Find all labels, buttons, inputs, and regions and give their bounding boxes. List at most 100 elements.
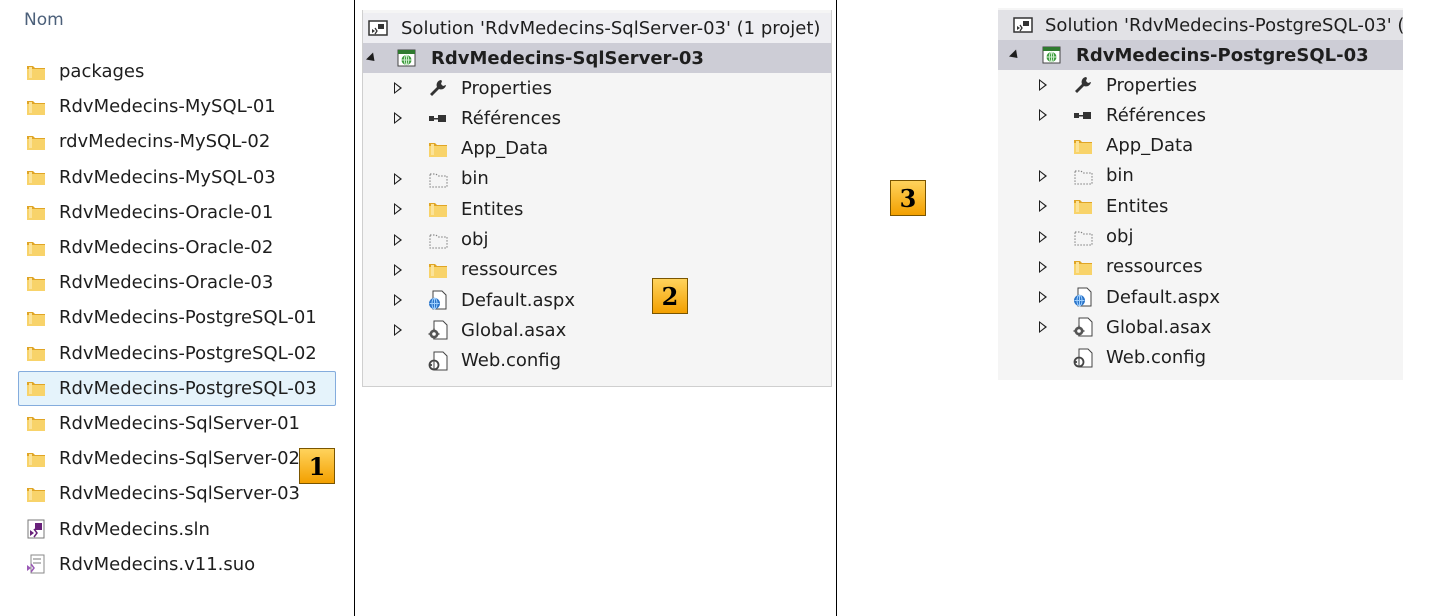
solution-tree-item-label: Global.asax <box>461 319 567 341</box>
expand-arrow-icon[interactable] <box>393 263 403 277</box>
file-list-item[interactable]: RdvMedecins-MySQL-03 <box>18 160 336 195</box>
folder-icon <box>25 237 47 259</box>
solution-tree-item[interactable]: Properties <box>998 70 1403 100</box>
file-explorer-panel: Nom packages RdvMedecins-MySQL-01 rdvMedec… <box>0 0 353 616</box>
collapse-arrow-icon[interactable] <box>1008 48 1022 62</box>
file-list-item[interactable]: RdvMedecins.v11.suo <box>18 547 336 582</box>
name-column-header[interactable]: Nom <box>24 10 64 30</box>
file-list-item-label: RdvMedecins-Oracle-01 <box>59 201 274 223</box>
solution-tree-item[interactable]: obj <box>363 225 831 255</box>
solution-tree-item-label: Références <box>1106 104 1207 126</box>
solution-node[interactable]: Solution 'RdvMedecins-SqlServer-03' (1 p… <box>363 13 831 43</box>
callout-badge-1: 1 <box>299 448 335 484</box>
file-list-item[interactable]: RdvMedecins-MySQL-01 <box>18 89 336 124</box>
project-node[interactable]: RdvMedecins-PostgreSQL-03 <box>998 40 1403 70</box>
file-list-item[interactable]: RdvMedecins-Oracle-02 <box>18 230 336 265</box>
solution-tree-item-label: Default.aspx <box>461 289 575 311</box>
solution-tree-item[interactable]: Global.asax <box>998 312 1403 342</box>
file-list-item[interactable]: RdvMedecins.sln <box>18 511 336 546</box>
file-list-item-label: RdvMedecins-MySQL-01 <box>59 96 276 118</box>
web-project-icon <box>1040 44 1062 66</box>
solution-icon <box>1012 14 1034 36</box>
dotted-folder-icon <box>1072 226 1094 248</box>
file-list-item[interactable]: RdvMedecins-SqlServer-03 <box>18 476 336 511</box>
callout-badge-2: 2 <box>652 278 688 314</box>
file-list-item[interactable]: RdvMedecins-SqlServer-01 <box>18 406 336 441</box>
file-list-item[interactable]: RdvMedecins-PostgreSQL-02 <box>18 336 336 371</box>
folder-icon <box>25 483 47 505</box>
solution-tree-item[interactable]: Entites <box>363 194 831 224</box>
solution-tree-item[interactable]: ressources <box>998 252 1403 282</box>
file-list-item-label: RdvMedecins-Oracle-02 <box>59 237 274 259</box>
file-list-item[interactable]: RdvMedecins-PostgreSQL-01 <box>18 300 336 335</box>
solution-tree-item-label: ressources <box>1106 256 1203 278</box>
global-asax-icon <box>427 319 449 341</box>
folder-icon <box>25 201 47 223</box>
expand-arrow-icon[interactable] <box>1038 78 1048 92</box>
file-list-item-label: RdvMedecins-PostgreSQL-03 <box>59 377 317 399</box>
file-list-item-label: RdvMedecins-SqlServer-02 <box>59 448 300 470</box>
file-list-item-label: rdvMedecins-MySQL-02 <box>59 131 271 153</box>
solution-tree-item[interactable]: ressources <box>363 255 831 285</box>
solution-tree-item-label: Web.config <box>1106 347 1207 369</box>
file-list-item-label: RdvMedecins-PostgreSQL-02 <box>59 342 317 364</box>
solution-tree-item-label: Properties <box>1106 74 1197 96</box>
solution-tree-item[interactable]: Default.aspx <box>998 282 1403 312</box>
solution-tree-item[interactable]: Références <box>998 100 1403 130</box>
expand-arrow-icon[interactable] <box>393 293 403 307</box>
solution-tree-item-label: Entites <box>1106 195 1169 217</box>
file-list-item[interactable]: RdvMedecins-SqlServer-02 <box>18 441 336 476</box>
expand-arrow-icon[interactable] <box>1038 169 1048 183</box>
folder-icon <box>1072 256 1094 278</box>
file-list-item[interactable]: RdvMedecins-PostgreSQL-03 <box>18 370 336 406</box>
solution-tree-item[interactable]: Web.config <box>998 343 1403 373</box>
file-list-item[interactable]: rdvMedecins-MySQL-02 <box>18 124 336 159</box>
solution-tree-item[interactable]: Default.aspx <box>363 285 831 315</box>
solution-tree-item[interactable]: Global.asax <box>363 315 831 345</box>
expand-arrow-icon[interactable] <box>1038 108 1048 122</box>
expand-arrow-icon[interactable] <box>1038 290 1048 304</box>
project-node[interactable]: RdvMedecins-SqlServer-03 <box>363 43 831 73</box>
file-list-item-label: RdvMedecins-MySQL-03 <box>59 166 276 188</box>
expand-arrow-icon[interactable] <box>1038 260 1048 274</box>
solution-tree-item[interactable]: Properties <box>363 73 831 103</box>
solution-tree-item-label: Références <box>461 107 562 129</box>
file-list-item[interactable]: RdvMedecins-Oracle-01 <box>18 195 336 230</box>
expand-arrow-icon[interactable] <box>393 202 403 216</box>
collapse-arrow-icon[interactable] <box>365 51 379 65</box>
web-page-icon <box>1072 286 1094 308</box>
file-list-item-label: RdvMedecins.v11.suo <box>59 553 256 575</box>
solution-tree-item-label: Entites <box>461 198 524 220</box>
wrench-icon <box>427 77 449 99</box>
file-list-item[interactable]: RdvMedecins-Oracle-03 <box>18 265 336 300</box>
expand-arrow-icon[interactable] <box>1038 320 1048 334</box>
solution-tree-item[interactable]: Entites <box>998 191 1403 221</box>
file-list-item-label: RdvMedecins-Oracle-03 <box>59 272 274 294</box>
solution-tree-item[interactable]: bin <box>363 164 831 194</box>
dotted-folder-icon <box>427 229 449 251</box>
expand-arrow-icon[interactable] <box>1038 230 1048 244</box>
folder-icon <box>427 138 449 160</box>
solution-tree-item-label: Global.asax <box>1106 316 1212 338</box>
solution-tree-item[interactable]: Références <box>363 103 831 133</box>
expand-arrow-icon[interactable] <box>393 323 403 337</box>
solution-tree-item[interactable]: App_Data <box>998 131 1403 161</box>
expand-arrow-icon[interactable] <box>1038 199 1048 213</box>
expand-arrow-icon[interactable] <box>393 172 403 186</box>
expand-arrow-icon[interactable] <box>393 111 403 125</box>
solution-tree-item[interactable]: bin <box>998 161 1403 191</box>
folder-icon <box>427 259 449 281</box>
file-list-item[interactable]: packages <box>18 54 336 89</box>
solution-tree-item-label: App_Data <box>461 138 549 160</box>
folder-icon <box>427 198 449 220</box>
solution-icon <box>367 17 389 39</box>
folder-icon <box>1072 195 1094 217</box>
expand-arrow-icon[interactable] <box>393 81 403 95</box>
solution-tree-item-label: bin <box>461 168 489 190</box>
solution-tree-item[interactable]: App_Data <box>363 134 831 164</box>
solution-tree-item[interactable]: Web.config <box>363 346 831 376</box>
folder-icon <box>25 307 47 329</box>
solution-tree-item[interactable]: obj <box>998 222 1403 252</box>
solution-node[interactable]: Solution 'RdvMedecins-PostgreSQL-03' ( <box>998 10 1404 40</box>
expand-arrow-icon[interactable] <box>393 233 403 247</box>
